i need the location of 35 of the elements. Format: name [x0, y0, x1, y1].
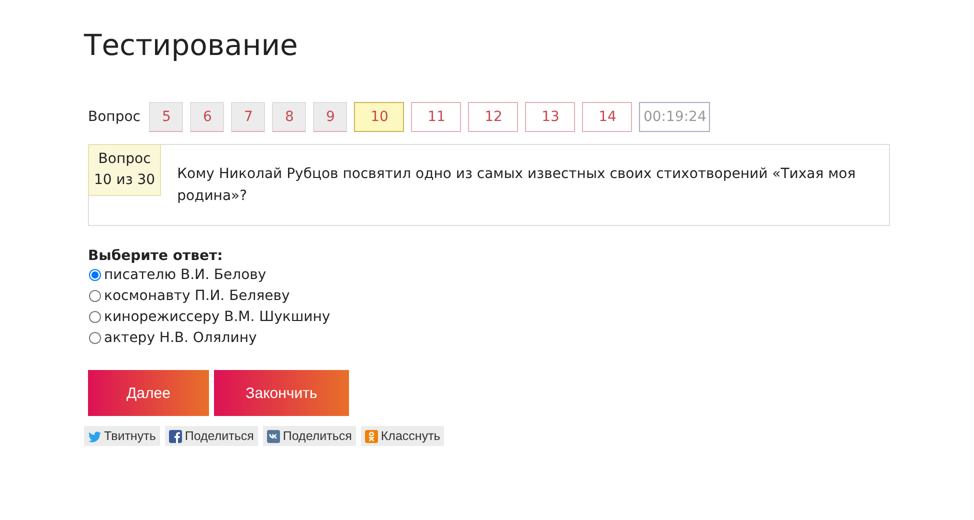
question-number-link[interactable]: 7 [231, 102, 266, 132]
share-button[interactable]: Твитнуть [84, 426, 160, 446]
question-number-link[interactable]: 8 [272, 102, 306, 132]
badge-count: 10 из 30 [94, 171, 156, 190]
share-button[interactable]: Класснуть [360, 426, 444, 446]
radio-button[interactable] [89, 290, 101, 302]
radio-button[interactable] [89, 310, 101, 322]
answer-label[interactable]: писателю В.И. Белову [104, 266, 266, 282]
timer: 00:19:24 [639, 102, 710, 132]
next-button[interactable]: Далее [88, 370, 209, 416]
nav-label: Вопрос [88, 109, 140, 125]
vk-logo-icon [266, 430, 280, 442]
radio-button[interactable] [89, 268, 101, 280]
answer-label[interactable]: кинорежиссеру В.М. Шукшину [104, 308, 330, 324]
finish-button[interactable]: Закончить [214, 370, 349, 416]
question-text: Кому Николай Рубцов посвятил одно из самых известных своих стихотворений «Тихая моя родина»? [177, 165, 857, 206]
question-number-link[interactable]: 5 [149, 102, 184, 132]
question-number-link[interactable]: 13 [525, 102, 576, 132]
answer-label[interactable]: актеру Н.В. Олялину [104, 330, 257, 346]
question-number-link[interactable]: 12 [468, 102, 518, 132]
person-logo-icon [364, 430, 378, 442]
share-button[interactable]: Поделиться [262, 426, 356, 446]
question-number-link[interactable]: 14 [582, 102, 632, 132]
question-number-link[interactable]: 6 [190, 102, 224, 132]
question-number-link[interactable]: 11 [411, 102, 462, 132]
f-logo-icon [168, 430, 182, 442]
bird-icon [88, 430, 101, 442]
question-number-link[interactable]: 9 [313, 102, 348, 132]
page-title: Тестирование [84, 27, 299, 64]
share-button[interactable]: Поделиться [164, 426, 258, 446]
question-number-link[interactable]: 10 [354, 102, 404, 132]
radio-button[interactable] [89, 332, 101, 344]
answer-label[interactable]: космонавту П.И. Беляеву [104, 288, 290, 304]
answers-heading: Выберите ответ: [88, 248, 224, 264]
badge-label: Вопрос [97, 150, 152, 169]
